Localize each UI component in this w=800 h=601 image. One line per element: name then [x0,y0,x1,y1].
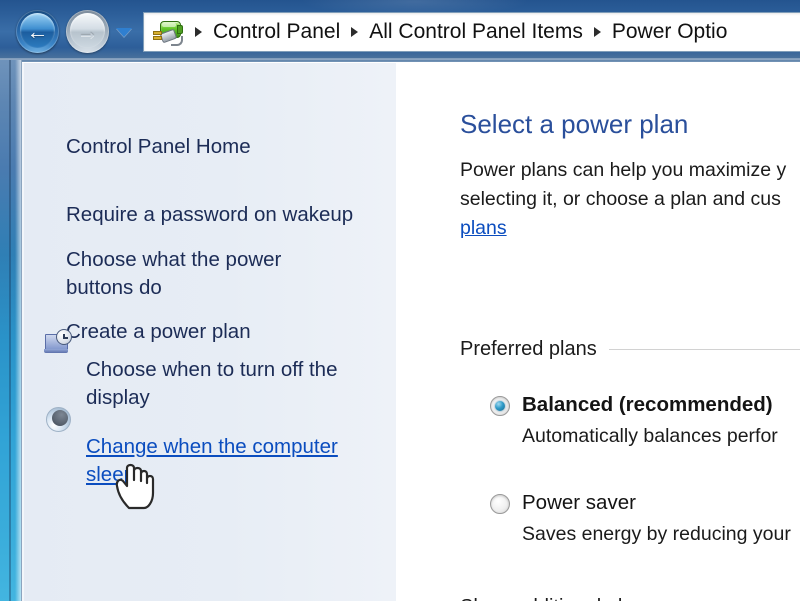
show-additional-plans-header[interactable]: Show additional plans [460,596,800,601]
back-button[interactable]: ← [16,10,59,53]
sleep-icon [44,405,74,435]
sidebar-item-change-when-the-computer-sleeps[interactable]: Change when the computer sleeps [86,405,396,489]
sleep-crescent [52,410,68,426]
sidebar-item-label[interactable]: Change when the computer sleeps [86,435,338,486]
chevron-down-glyph [116,27,132,37]
task-pane-sidebar: Control Panel Home Require a password on… [22,63,397,601]
plug-cord [171,36,183,46]
task-pane-list: Control Panel Home Require a password on… [22,63,396,601]
address-bar[interactable]: Control Panel All Control Panel Items Po… [143,12,800,52]
battery-cap [177,25,183,34]
breadcrumb-separator-icon[interactable] [195,27,202,37]
breadcrumb-power-options[interactable]: Power Optio [612,20,728,44]
breadcrumb-separator-icon[interactable] [593,27,601,37]
back-arrow-icon: ← [26,18,49,44]
window-border-dark-edge [9,60,11,601]
plan-name-power-saver: Power saver [522,491,636,514]
clock-minute-hand [63,337,68,339]
power-options-window: ← → Control Panel All Control Panel Item… [0,0,800,601]
sidebar-item-control-panel-home[interactable]: Control Panel Home [66,105,396,161]
monitor-stand [44,349,68,353]
radio-balanced[interactable] [490,396,510,416]
sidebar-item-label: Choose when to turn off the display [86,358,338,409]
radio-power-saver[interactable] [490,494,510,514]
sidebar-item-choose-when-to-turn-off-the-display[interactable]: Choose when to turn off the display [86,328,396,412]
window-left-border [0,60,22,601]
window-content: Control Panel Home Require a password on… [22,62,800,601]
plan-description-power-saver: Saves energy by reducing your [522,523,791,545]
preferred-plans-rule [608,349,800,350]
plan-description-balanced: Automatically balances perfor [522,425,778,447]
chevron-down-icon[interactable] [114,25,134,39]
preferred-plans-header: Preferred plans [460,338,800,361]
plan-name-balanced: Balanced (recommended) [522,393,773,416]
preferred-plans-label: Preferred plans [460,338,597,360]
show-additional-plans-label: Show additional plans [460,596,655,601]
plans-link[interactable]: plans [460,217,507,239]
plug-prong-bottom [153,36,162,40]
forward-button[interactable]: → [66,10,109,53]
battery-gloss [162,23,176,27]
page-description: Power plans can help you maximize y sele… [460,156,800,243]
page-description-line-2: selecting it, or choose a plan and cus [460,188,781,210]
breadcrumb-separator-icon[interactable] [351,27,359,37]
forward-arrow-icon: → [76,18,99,44]
power-options-icon [151,19,183,46]
page-title: Select a power plan [460,109,689,139]
plug-prong-top [153,31,162,35]
radio-balanced-dot [495,401,505,411]
navigation-bar: ← → Control Panel All Control Panel Item… [0,0,800,62]
main-content-panel: Select a power plan Power plans can help… [397,63,800,601]
breadcrumb-all-control-panel-items[interactable]: All Control Panel Items [369,20,583,44]
page-description-line-1: Power plans can help you maximize y [460,159,787,181]
sidebar-item-label: Control Panel Home [66,135,251,158]
display-clock-icon [44,328,74,358]
breadcrumb-control-panel[interactable]: Control Panel [213,20,340,44]
